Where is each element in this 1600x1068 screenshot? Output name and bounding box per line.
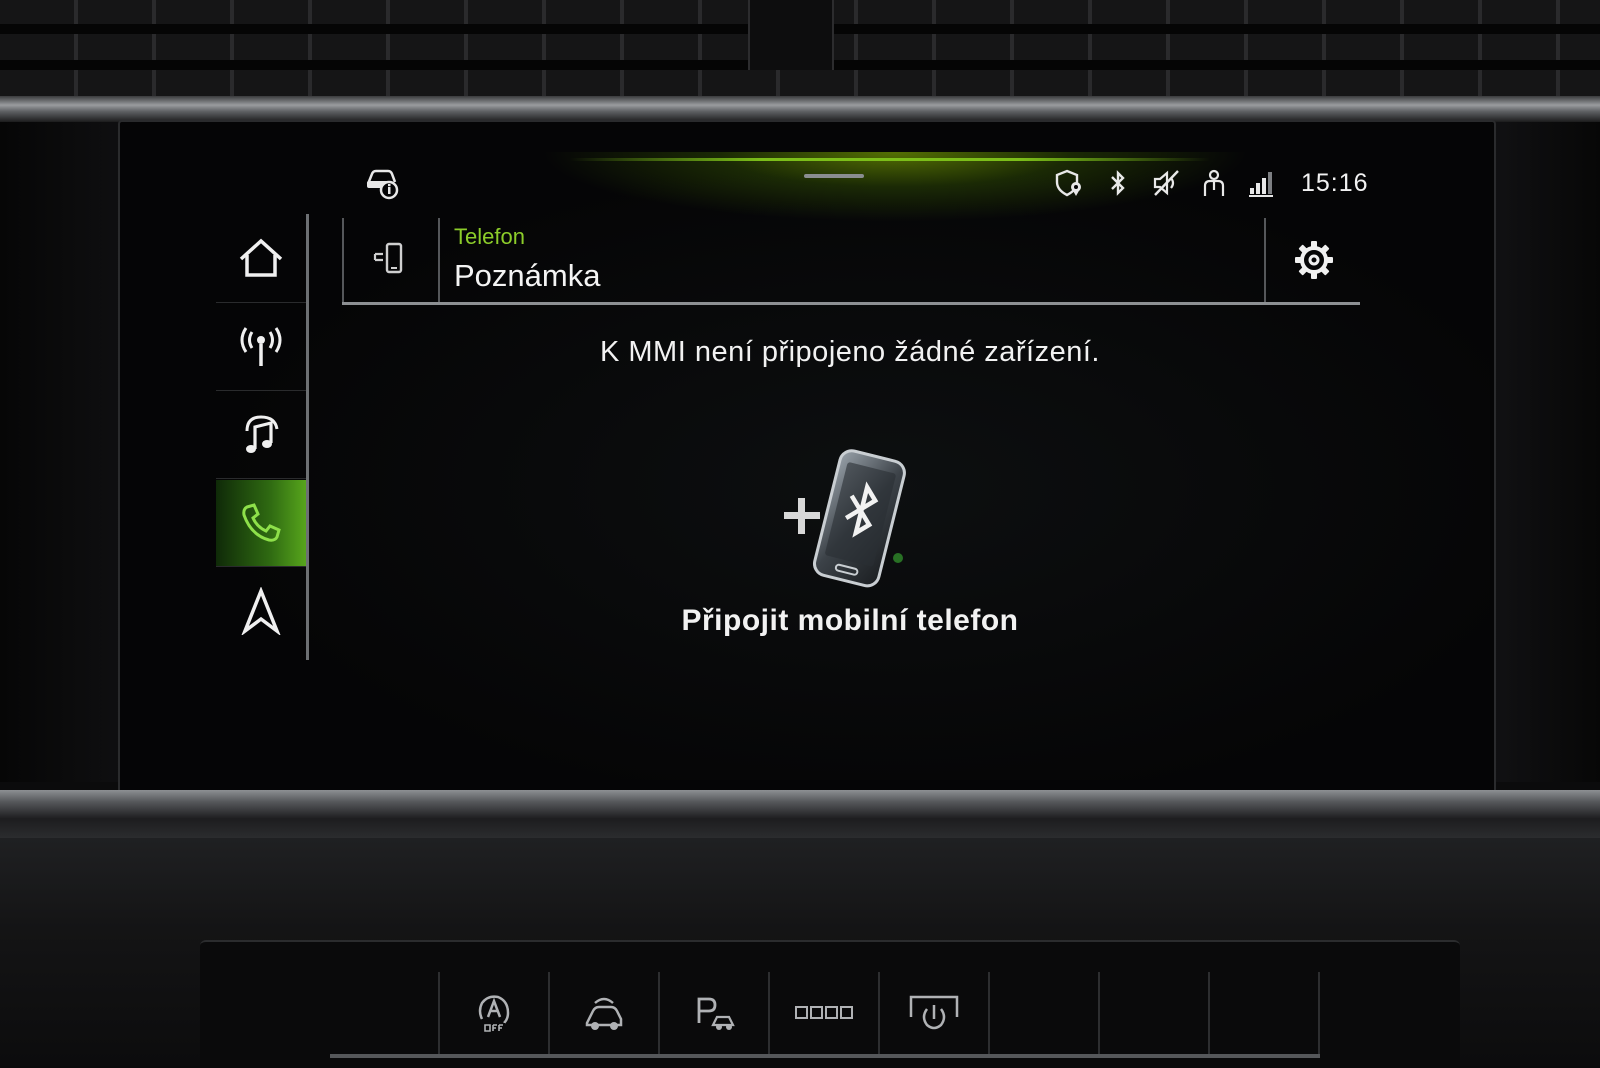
header-subtitle: Telefon <box>454 224 525 249</box>
location-shield-icon <box>1055 169 1081 197</box>
screen-power-icon <box>909 995 959 1030</box>
vent-seam <box>748 0 834 70</box>
connect-phone-button[interactable]: Připojit mobilní telefon <box>500 604 1200 638</box>
parking-aid-icon <box>697 997 735 1030</box>
hw-button-blank-3[interactable] <box>1098 972 1208 1054</box>
speaker-muted-icon <box>1153 170 1179 196</box>
hw-button-drive-mode[interactable] <box>548 972 658 1054</box>
home-icon <box>239 238 283 277</box>
hw-button-blank-4[interactable] <box>1208 972 1320 1054</box>
passenger-icon <box>1203 169 1225 196</box>
menu-grid-icon <box>795 1006 853 1019</box>
hw-button-screen-power[interactable] <box>878 972 988 1054</box>
nav-phone[interactable] <box>216 480 306 567</box>
mmi-screen: 15:16 Telefon Poznámka K MMI není připoj… <box>150 130 1490 780</box>
hw-button-blank-1[interactable] <box>330 972 438 1054</box>
hardware-button-row <box>330 972 1320 1058</box>
signal-4g-icon <box>1249 172 1273 197</box>
hw-button-auto-off[interactable] <box>438 972 548 1054</box>
page-title: Poznámka <box>454 258 601 293</box>
device-button[interactable] <box>342 218 440 302</box>
status-icons: 15:16 <box>1055 168 1369 198</box>
pull-down-handle[interactable] <box>804 174 864 178</box>
nav-radio[interactable] <box>216 304 306 391</box>
car-info-icon[interactable] <box>364 166 400 200</box>
side-navigation <box>216 214 309 660</box>
phone-device-icon <box>373 242 403 274</box>
phone-icon <box>242 503 281 542</box>
gear-icon <box>1295 241 1333 279</box>
nav-home[interactable] <box>216 216 306 303</box>
nav-media[interactable] <box>216 392 306 479</box>
bluetooth-icon <box>1111 170 1125 196</box>
navigation-icon <box>241 587 281 635</box>
clock: 15:16 <box>1301 168 1369 197</box>
no-device-message: K MMI není připojeno žádné zařízení. <box>600 336 1100 368</box>
radio-icon <box>240 327 282 366</box>
drive-select-icon <box>585 997 623 1030</box>
air-vent <box>0 0 1600 102</box>
bluetooth-phone-icon[interactable] <box>772 446 912 596</box>
settings-button[interactable] <box>1264 218 1362 302</box>
chrome-trim-top <box>0 96 1600 122</box>
media-icon <box>245 415 279 453</box>
dash-panel-right <box>1492 122 1600 782</box>
nav-navigation[interactable] <box>216 568 306 654</box>
hw-button-blank-2[interactable] <box>988 972 1098 1054</box>
page-header: Telefon Poznámka <box>342 218 1360 305</box>
status-glow-line <box>570 158 1210 161</box>
chrome-trim-bottom <box>0 790 1600 838</box>
auto-start-stop-icon <box>478 995 510 1032</box>
hw-button-hazard-menu[interactable] <box>768 972 878 1054</box>
hw-button-parking[interactable] <box>658 972 768 1054</box>
